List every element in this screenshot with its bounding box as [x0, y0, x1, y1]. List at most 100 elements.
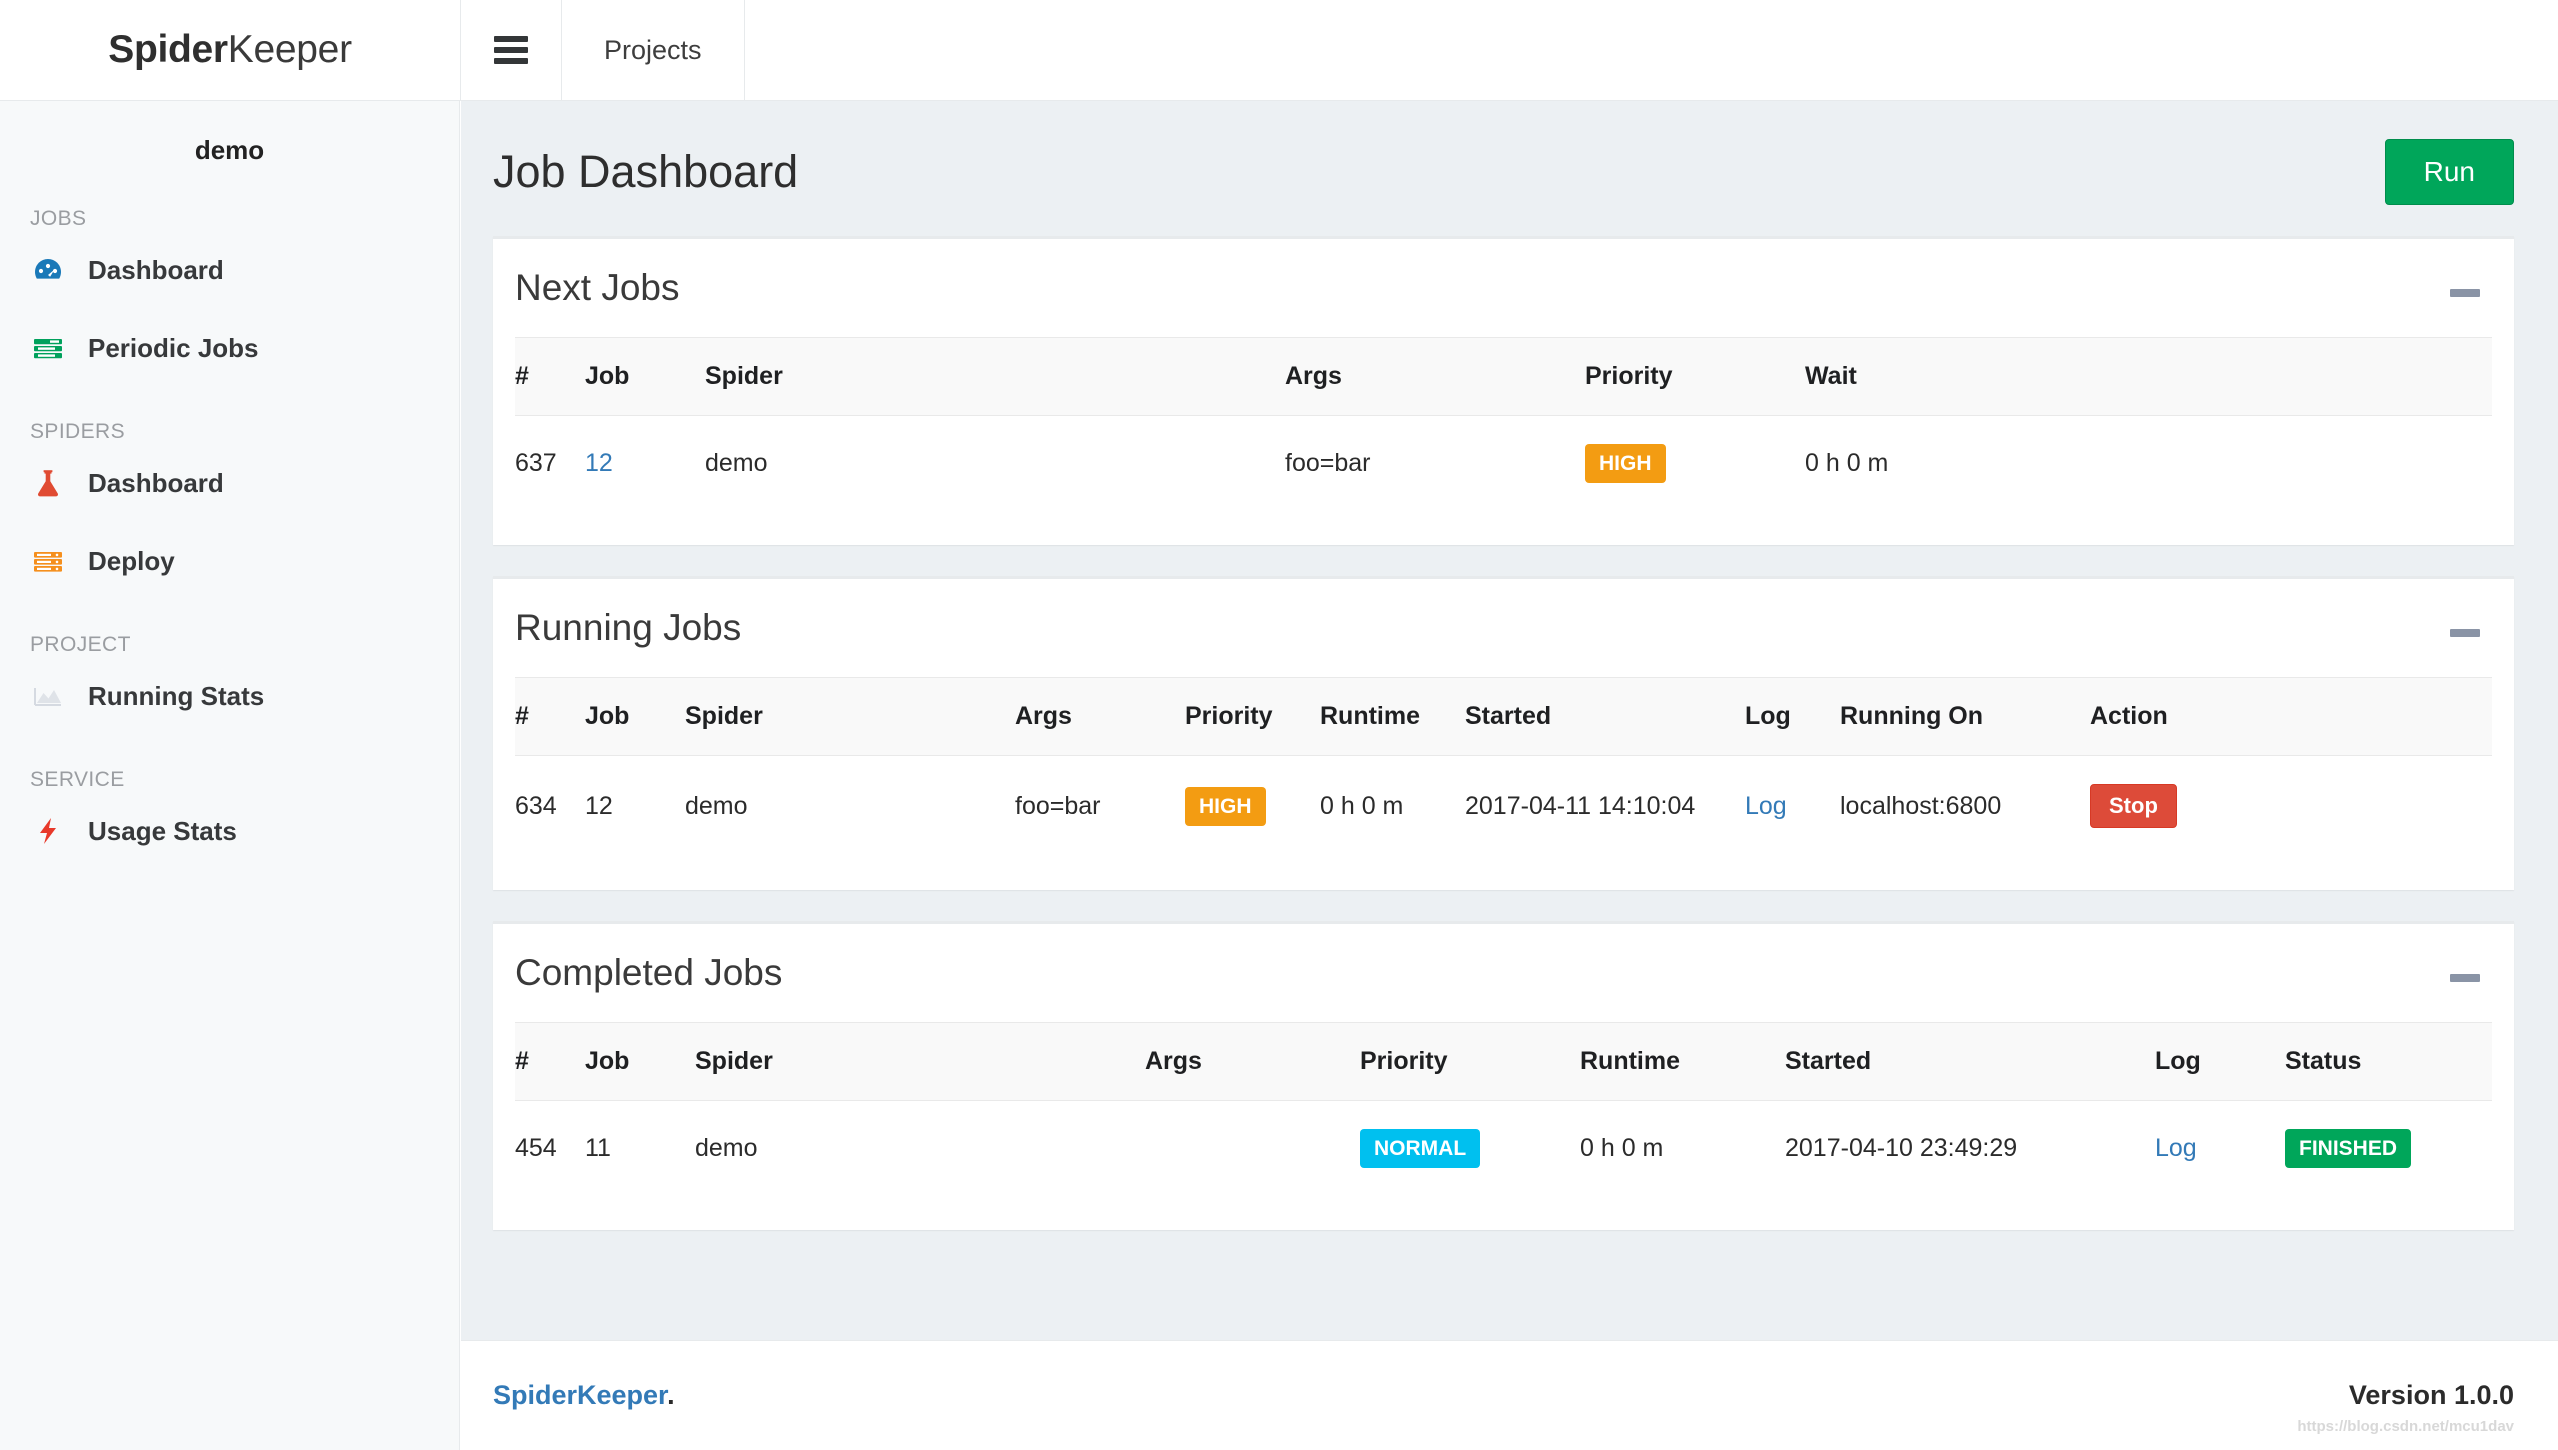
col-started: Started	[1465, 678, 1745, 756]
sidebar: demo JOBS Dashboard	[0, 101, 460, 1450]
col-spider: Spider	[695, 1023, 1145, 1101]
cell-id: 634	[515, 756, 585, 857]
status-badge: FINISHED	[2285, 1129, 2411, 1168]
flask-icon	[30, 465, 80, 501]
table-head: # Job Spider Args Priority Runtime Start…	[515, 678, 2492, 756]
cell-started: 2017-04-11 14:10:04	[1465, 756, 1745, 857]
col-priority: Priority	[1585, 338, 1805, 416]
cell-priority: NORMAL	[1360, 1101, 1580, 1197]
sidebar-item-label: Dashboard	[88, 468, 224, 499]
sidebar-item-usage-stats[interactable]: Usage Stats	[0, 792, 459, 870]
sidebar-item-label: Deploy	[88, 546, 175, 577]
footer-brand-link[interactable]: SpiderKeeper	[493, 1380, 667, 1410]
brand-logo-light: Keeper	[228, 28, 352, 72]
table-row: 637 12 demo foo=bar HIGH 0 h 0 m	[515, 416, 2492, 512]
app-root: SpiderKeeper Projects demo JOBS	[0, 0, 2558, 1450]
next-jobs-table: # Job Spider Args Priority Wait 637 12 d	[515, 337, 2492, 511]
cell-running-on: localhost:6800	[1840, 756, 2090, 857]
cell-job: 11	[585, 1101, 695, 1197]
cell-runtime: 0 h 0 m	[1320, 756, 1465, 857]
page-header: Job Dashboard Run	[461, 101, 2558, 205]
col-job: Job	[585, 1023, 695, 1101]
card-header: Next Jobs	[493, 239, 2514, 319]
sidebar-item-jobs-dashboard[interactable]: Dashboard	[0, 231, 459, 309]
sidebar-item-periodic-jobs[interactable]: Periodic Jobs	[0, 309, 459, 387]
col-log: Log	[1745, 678, 1840, 756]
sidebar-item-label: Usage Stats	[88, 816, 237, 847]
stop-button[interactable]: Stop	[2090, 784, 2177, 828]
card-body: # Job Spider Args Priority Wait 637 12 d	[493, 319, 2514, 545]
col-runtime: Runtime	[1320, 678, 1465, 756]
col-args: Args	[1145, 1023, 1360, 1101]
cell-args	[1145, 1101, 1360, 1197]
sidebar-item-deploy[interactable]: Deploy	[0, 522, 459, 600]
sidebar-project-name: demo	[0, 101, 459, 174]
sidebar-item-label: Running Stats	[88, 681, 264, 712]
col-id: #	[515, 1023, 585, 1101]
card-header: Completed Jobs	[493, 924, 2514, 1004]
footer-version: Version 1.0.0 https://blog.csdn.net/mcu1…	[2349, 1380, 2514, 1411]
table-body: 634 12 demo foo=bar HIGH 0 h 0 m 2017-04…	[515, 756, 2492, 857]
page-title: Job Dashboard	[493, 146, 798, 198]
col-priority: Priority	[1185, 678, 1320, 756]
minus-icon[interactable]	[2450, 974, 2480, 982]
table-row: 634 12 demo foo=bar HIGH 0 h 0 m 2017-04…	[515, 756, 2492, 857]
sidebar-section-label-jobs: JOBS	[0, 174, 459, 231]
priority-badge: HIGH	[1185, 787, 1266, 826]
cell-runtime: 0 h 0 m	[1580, 1101, 1785, 1197]
col-id: #	[515, 678, 585, 756]
version-text: Version 1.0.0	[2349, 1380, 2514, 1410]
sidebar-item-running-stats[interactable]: Running Stats	[0, 657, 459, 735]
run-button[interactable]: Run	[2385, 139, 2514, 205]
watermark-text: https://blog.csdn.net/mcu1dav	[2297, 1418, 2514, 1435]
log-link[interactable]: Log	[1745, 792, 1787, 820]
col-runtime: Runtime	[1580, 1023, 1785, 1101]
cell-priority: HIGH	[1585, 416, 1805, 512]
col-args: Args	[1285, 338, 1585, 416]
sidebar-item-spiders-dashboard[interactable]: Dashboard	[0, 444, 459, 522]
table-header-row: # Job Spider Args Priority Wait	[515, 338, 2492, 416]
priority-badge: NORMAL	[1360, 1129, 1480, 1168]
cell-log: Log	[2155, 1101, 2285, 1197]
col-wait: Wait	[1805, 338, 2492, 416]
sidebar-item-label: Periodic Jobs	[88, 333, 259, 364]
cell-args: foo=bar	[1015, 756, 1185, 857]
brand-logo[interactable]: SpiderKeeper	[0, 0, 460, 100]
hamburger-icon[interactable]	[461, 0, 561, 100]
col-spider: Spider	[685, 678, 1015, 756]
sidebar-section-label-spiders: SPIDERS	[0, 387, 459, 444]
col-action: Action	[2090, 678, 2492, 756]
area-chart-icon	[30, 678, 80, 714]
minus-icon[interactable]	[2450, 629, 2480, 637]
hamburger-bars	[494, 36, 528, 64]
col-args: Args	[1015, 678, 1185, 756]
col-priority: Priority	[1360, 1023, 1580, 1101]
footer-brand[interactable]: SpiderKeeper.	[493, 1380, 675, 1411]
sidebar-item-label: Dashboard	[88, 255, 224, 286]
sidebar-section-label-service: SERVICE	[0, 735, 459, 792]
cell-log: Log	[1745, 756, 1840, 857]
nav-item-projects[interactable]: Projects	[562, 0, 744, 100]
cell-wait: 0 h 0 m	[1805, 416, 2492, 512]
col-log: Log	[2155, 1023, 2285, 1101]
table-header-row: # Job Spider Args Priority Runtime Start…	[515, 678, 2492, 756]
minus-icon[interactable]	[2450, 289, 2480, 297]
cell-args: foo=bar	[1285, 416, 1585, 512]
cell-id: 454	[515, 1101, 585, 1197]
tachometer-icon	[30, 252, 80, 288]
main-content: Job Dashboard Run Next Jobs # Job Spider…	[461, 101, 2558, 1340]
cell-started: 2017-04-10 23:49:29	[1785, 1101, 2155, 1197]
cell-spider: demo	[705, 416, 1285, 512]
footer-brand-suffix: .	[667, 1380, 675, 1410]
table-body: 454 11 demo NORMAL 0 h 0 m 2017-04-10 23…	[515, 1101, 2492, 1197]
col-job: Job	[585, 338, 705, 416]
card-running-jobs: Running Jobs # Job Spider Args Priority …	[493, 576, 2514, 890]
sidebar-section-label-project: PROJECT	[0, 600, 459, 657]
table-head: # Job Spider Args Priority Wait	[515, 338, 2492, 416]
cell-priority: HIGH	[1185, 756, 1320, 857]
card-title: Running Jobs	[515, 607, 741, 649]
job-link[interactable]: 12	[585, 449, 613, 477]
log-link[interactable]: Log	[2155, 1134, 2197, 1162]
cell-spider: demo	[685, 756, 1015, 857]
col-status: Status	[2285, 1023, 2492, 1101]
